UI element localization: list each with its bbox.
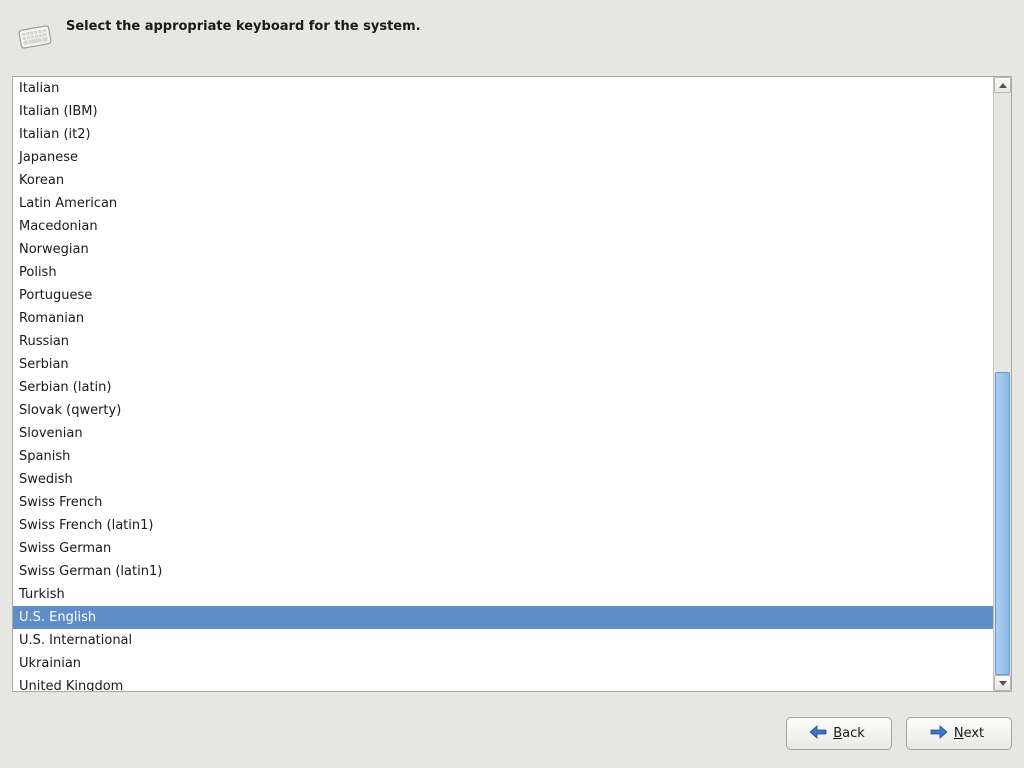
keyboard-list-item[interactable]: Serbian — [13, 353, 993, 376]
arrow-left-icon — [809, 725, 827, 743]
scrollbar[interactable] — [993, 77, 1011, 691]
keyboard-list-item[interactable]: Italian (it2) — [13, 123, 993, 146]
keyboard-list-item[interactable]: Swiss French — [13, 491, 993, 514]
instruction-text: Select the appropriate keyboard for the … — [66, 18, 421, 36]
next-button[interactable]: Next — [906, 717, 1012, 750]
keyboard-list-item[interactable]: U.S. English — [13, 606, 993, 629]
keyboard-list-item[interactable]: Latin American — [13, 192, 993, 215]
keyboard-list-item[interactable]: Swiss French (latin1) — [13, 514, 993, 537]
keyboard-list-item[interactable]: Swedish — [13, 468, 993, 491]
keyboard-icon — [14, 18, 56, 54]
back-button[interactable]: Back — [786, 717, 892, 750]
keyboard-list-item[interactable]: Macedonian — [13, 215, 993, 238]
keyboard-list[interactable]: ItalianItalian (IBM)Italian (it2)Japanes… — [12, 76, 1012, 692]
scrollbar-thumb[interactable] — [995, 372, 1010, 675]
arrow-right-icon — [930, 725, 948, 743]
keyboard-list-item[interactable]: Portuguese — [13, 284, 993, 307]
scroll-down-button[interactable] — [994, 675, 1011, 691]
scrollbar-track[interactable] — [994, 93, 1011, 675]
keyboard-list-item[interactable]: Russian — [13, 330, 993, 353]
keyboard-list-item[interactable]: Norwegian — [13, 238, 993, 261]
keyboard-list-item[interactable]: Slovak (qwerty) — [13, 399, 993, 422]
keyboard-list-item[interactable]: Swiss German (latin1) — [13, 560, 993, 583]
keyboard-list-item[interactable]: Polish — [13, 261, 993, 284]
keyboard-list-item[interactable]: Japanese — [13, 146, 993, 169]
keyboard-list-item[interactable]: Romanian — [13, 307, 993, 330]
keyboard-list-item[interactable]: Ukrainian — [13, 652, 993, 675]
keyboard-list-item[interactable]: United Kingdom — [13, 675, 993, 691]
keyboard-list-item[interactable]: Slovenian — [13, 422, 993, 445]
keyboard-list-item[interactable]: Spanish — [13, 445, 993, 468]
keyboard-list-item[interactable]: Serbian (latin) — [13, 376, 993, 399]
keyboard-list-item[interactable]: U.S. International — [13, 629, 993, 652]
keyboard-list-item[interactable]: Korean — [13, 169, 993, 192]
keyboard-list-item[interactable]: Turkish — [13, 583, 993, 606]
scroll-up-button[interactable] — [994, 77, 1011, 93]
next-button-label: Next — [954, 726, 984, 741]
keyboard-list-item[interactable]: Italian (IBM) — [13, 100, 993, 123]
keyboard-list-item[interactable]: Italian — [13, 77, 993, 100]
back-button-label: Back — [833, 726, 865, 741]
keyboard-list-item[interactable]: Swiss German — [13, 537, 993, 560]
